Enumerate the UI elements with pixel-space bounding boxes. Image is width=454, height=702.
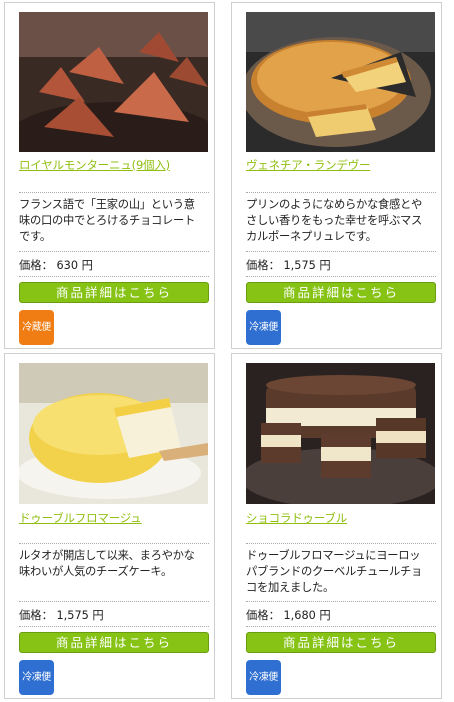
divider <box>19 601 209 602</box>
product-price: 価格： 630 円 <box>19 259 93 272</box>
divider <box>246 626 436 627</box>
product-title-link[interactable]: ドゥーブルフロマージュ <box>19 510 209 526</box>
product-grid: ロイヤルモンターニュ(9個入) フランス語で「王家の山」という意 味の口の中でと… <box>0 0 454 702</box>
divider <box>246 276 436 277</box>
product-detail-button[interactable]: 商品詳細はこちら <box>19 632 209 653</box>
divider <box>246 601 436 602</box>
product-description: ルタオが開店して以来、まろやかな 味わいが人気のチーズケーキ。 <box>19 549 195 578</box>
product-price: 価格： 1,575 円 <box>246 259 331 272</box>
divider <box>19 543 209 544</box>
product-description: フランス語で「王家の山」という意 味の口の中でとろけるチョコレート です。 <box>19 198 195 243</box>
product-title-link[interactable]: ロイヤルモンターニュ(9個入) <box>19 157 209 173</box>
product-detail-button[interactable]: 商品詳細はこちら <box>246 632 436 653</box>
product-image-tart[interactable] <box>246 12 435 152</box>
product-image-chocolate-cake[interactable] <box>246 363 435 504</box>
product-card: ドゥーブルフロマージュ ルタオが開店して以来、まろやかな 味わいが人気のチーズケ… <box>4 353 215 699</box>
product-image-chocolate-pyramids[interactable] <box>19 12 208 152</box>
divider <box>246 251 436 252</box>
shipping-badge-refrigerated: 冷蔵便 <box>19 310 54 345</box>
product-title-link[interactable]: ショコラドゥーブル <box>246 510 436 526</box>
product-price: 価格： 1,680 円 <box>246 609 331 622</box>
product-card: ショコラドゥーブル ドゥーブルフロマージュにヨーロッ パブランドのクーベルチュー… <box>231 353 442 699</box>
product-card: ヴェネチア・ランデヴー プリンのようになめらかな食感とや さしい香りをもった幸せ… <box>231 2 442 349</box>
divider <box>246 192 436 193</box>
shipping-badge-frozen: 冷凍便 <box>19 660 54 695</box>
product-description: ドゥーブルフロマージュにヨーロッ パブランドのクーベルチュールチョ コを加えまし… <box>246 549 422 594</box>
divider <box>19 276 209 277</box>
product-image-cheesecake[interactable] <box>19 363 208 504</box>
product-detail-button[interactable]: 商品詳細はこちら <box>19 282 209 303</box>
divider <box>246 543 436 544</box>
product-detail-button[interactable]: 商品詳細はこちら <box>246 282 436 303</box>
divider <box>19 626 209 627</box>
product-price: 価格： 1,575 円 <box>19 609 104 622</box>
shipping-badge-frozen: 冷凍便 <box>246 660 281 695</box>
divider <box>19 251 209 252</box>
divider <box>19 192 209 193</box>
product-title-link[interactable]: ヴェネチア・ランデヴー <box>246 157 436 173</box>
product-description: プリンのようになめらかな食感とや さしい香りをもった幸せを呼ぶマス カルポーネプ… <box>246 198 422 243</box>
product-card: ロイヤルモンターニュ(9個入) フランス語で「王家の山」という意 味の口の中でと… <box>4 2 215 349</box>
shipping-badge-frozen: 冷凍便 <box>246 310 281 345</box>
